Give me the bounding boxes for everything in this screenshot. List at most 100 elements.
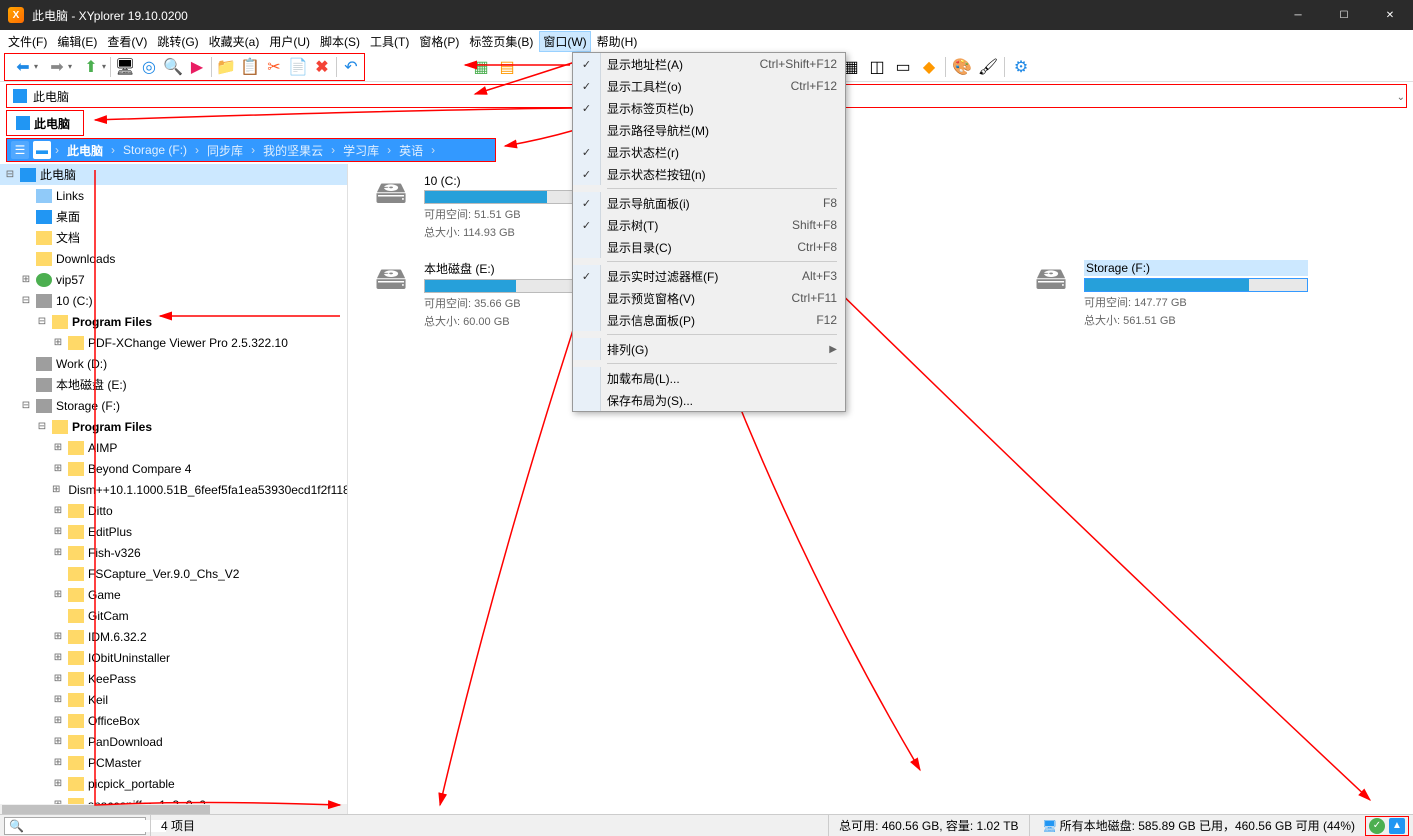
hamburger-icon[interactable]: ☰ [11, 141, 29, 159]
tree-item[interactable]: GitCam [0, 605, 347, 626]
tree-expander[interactable]: ⊞ [52, 757, 64, 768]
menu-11[interactable]: 帮助(H) [593, 31, 642, 52]
tree-item[interactable]: ⊞picpick_portable [0, 773, 347, 794]
tree-item[interactable]: ⊞PanDownload [0, 731, 347, 752]
tree-expander[interactable]: ⊞ [52, 589, 64, 600]
tree-item[interactable]: 本地磁盘 (E:) [0, 374, 347, 395]
copy-icon[interactable]: 📋 [238, 55, 262, 79]
tree-expander[interactable]: ⊞ [52, 484, 60, 495]
menu-9[interactable]: 标签页集(B) [465, 31, 537, 52]
tree-item[interactable]: ⊟此电脑 [0, 164, 347, 185]
filter-box[interactable]: 🔍 [4, 817, 146, 835]
back-button[interactable]: ⬅ [6, 55, 40, 79]
tree-expander[interactable]: ⊞ [52, 463, 64, 474]
menu-1[interactable]: 编辑(E) [53, 31, 101, 52]
tree-item[interactable]: ⊞Fish-v326 [0, 542, 347, 563]
tree-expander[interactable]: ⊞ [52, 631, 64, 642]
menu-item[interactable]: ✓显示实时过滤器框(F)Alt+F3 [573, 265, 845, 287]
breadcrumb-item[interactable]: 英语 [395, 142, 427, 159]
file-list[interactable]: 🖴 10 (C:) 可用空间: 51.51 GB 总大小: 114.93 GB … [348, 164, 1413, 818]
tab-this-pc[interactable]: 此电脑 [7, 112, 79, 134]
tree-item[interactable]: ⊞KeePass [0, 668, 347, 689]
up-button[interactable]: ⬆ [74, 55, 108, 79]
breadcrumb-item[interactable]: 同步库 [203, 142, 247, 159]
tree-expander[interactable]: ⊟ [36, 421, 48, 432]
breadcrumb-item[interactable]: 学习库 [339, 142, 383, 159]
gear-color-icon[interactable]: 🎨 [950, 55, 974, 79]
menu-item[interactable]: ✓显示标签页栏(b) [573, 97, 845, 119]
computer-icon[interactable]: 🖥 [113, 55, 137, 79]
tree-expander[interactable]: ⊞ [52, 736, 64, 747]
breadcrumb-item[interactable]: Storage (F:) [119, 143, 191, 157]
tree-item[interactable]: ⊟10 (C:) [0, 290, 347, 311]
view-icon-1[interactable]: ▦ [469, 55, 493, 79]
menu-8[interactable]: 窗格(P) [415, 31, 463, 52]
menu-item[interactable]: 显示预览窗格(V)Ctrl+F11 [573, 287, 845, 309]
collapse-chevron-icon[interactable]: ⌄ [1397, 92, 1405, 103]
breadcrumb[interactable]: ☰ ▬ › 此电脑›Storage (F:)›同步库›我的坚果云›学习库›英语› [7, 139, 495, 161]
menu-6[interactable]: 脚本(S) [316, 31, 364, 52]
menu-item[interactable]: ✓显示工具栏(o)Ctrl+F12 [573, 75, 845, 97]
menu-item[interactable]: 显示路径导航栏(M) [573, 119, 845, 141]
tree-item[interactable]: ⊞EditPlus [0, 521, 347, 542]
tree-item[interactable]: ⊞Beyond Compare 4 [0, 458, 347, 479]
tree-expander[interactable]: ⊟ [36, 316, 48, 327]
tree-expander[interactable]: ⊞ [52, 442, 64, 453]
menu-item[interactable]: ✓显示导航面板(i)F8 [573, 192, 845, 214]
paste-icon[interactable]: 📄 [286, 55, 310, 79]
brush-icon[interactable]: 🖌 [976, 55, 1000, 79]
pane-icon[interactable]: ▭ [891, 55, 915, 79]
menu-0[interactable]: 文件(F) [4, 31, 51, 52]
tree-item[interactable]: ⊞Keil [0, 689, 347, 710]
menu-item[interactable]: 显示信息面板(P)F12 [573, 309, 845, 331]
menu-3[interactable]: 跳转(G) [153, 31, 202, 52]
cut-icon[interactable]: ✂ [262, 55, 286, 79]
tree-item[interactable]: ⊞AIMP [0, 437, 347, 458]
maximize-button[interactable]: ☐ [1321, 0, 1367, 30]
menu-item[interactable]: ✓显示树(T)Shift+F8 [573, 214, 845, 236]
drive-item[interactable]: 🖴 Storage (F:) 可用空间: 147.77 GB 总大小: 561.… [1028, 260, 1308, 329]
tree-expander[interactable]: ⊞ [52, 337, 64, 348]
book-icon[interactable]: ◆ [917, 55, 941, 79]
tree-item[interactable]: 文档 [0, 227, 347, 248]
tree-item[interactable]: ⊞Game [0, 584, 347, 605]
view-icon-2[interactable]: ▤ [495, 55, 519, 79]
tree-expander[interactable]: ⊞ [52, 526, 64, 537]
tree-expander[interactable]: ⊞ [52, 778, 64, 789]
ok-status-icon[interactable]: ✓ [1369, 818, 1385, 834]
tree-item[interactable]: ⊟Program Files [0, 416, 347, 437]
menu-item[interactable]: ✓显示状态栏(r) [573, 141, 845, 163]
tree-item[interactable]: ⊞PDF-XChange Viewer Pro 2.5.322.10 [0, 332, 347, 353]
tree-item[interactable]: FSCapture_Ver.9.0_Chs_V2 [0, 563, 347, 584]
pc-icon[interactable]: ▬ [33, 141, 51, 159]
tree-expander[interactable]: ⊟ [20, 295, 32, 306]
forward-button[interactable]: ➡ [40, 55, 74, 79]
tree-expander[interactable]: ⊟ [20, 400, 32, 411]
tree-item[interactable]: ⊞Ditto [0, 500, 347, 521]
minimize-button[interactable]: ─ [1275, 0, 1321, 30]
tree-expander[interactable]: ⊞ [52, 715, 64, 726]
breadcrumb-item[interactable]: 我的坚果云 [259, 142, 327, 159]
tree-item[interactable]: Links [0, 185, 347, 206]
folder-tree[interactable]: ⊟此电脑Links桌面文档Downloads⊞vip57⊟10 (C:)⊟Pro… [0, 164, 348, 818]
tree-item[interactable]: ⊞IObitUninstaller [0, 647, 347, 668]
menu-item[interactable]: 显示目录(C)Ctrl+F8 [573, 236, 845, 258]
search-icon[interactable]: 🔍 [161, 55, 185, 79]
delete-icon[interactable]: ✖ [310, 55, 334, 79]
tree-expander[interactable]: ⊞ [52, 673, 64, 684]
tree-item[interactable]: ⊟Storage (F:) [0, 395, 347, 416]
menu-2[interactable]: 查看(V) [103, 31, 151, 52]
tree-expander[interactable]: ⊞ [52, 652, 64, 663]
tree-expander[interactable]: ⊞ [52, 505, 64, 516]
tree-expander[interactable]: ⊞ [52, 694, 64, 705]
filter-input[interactable] [24, 820, 166, 832]
settings-icon[interactable]: ⚙ [1009, 55, 1033, 79]
tree-item[interactable]: ⊞PCMaster [0, 752, 347, 773]
menu-7[interactable]: 工具(T) [366, 31, 413, 52]
tree-item[interactable]: ⊟Program Files [0, 311, 347, 332]
menu-10[interactable]: 窗口(W) [539, 31, 590, 52]
tree-expander[interactable]: ⊟ [4, 169, 16, 180]
tree-item[interactable]: Work (D:) [0, 353, 347, 374]
tree-item[interactable]: ⊞OfficeBox [0, 710, 347, 731]
sync-status-icon[interactable]: ▲ [1389, 818, 1405, 834]
